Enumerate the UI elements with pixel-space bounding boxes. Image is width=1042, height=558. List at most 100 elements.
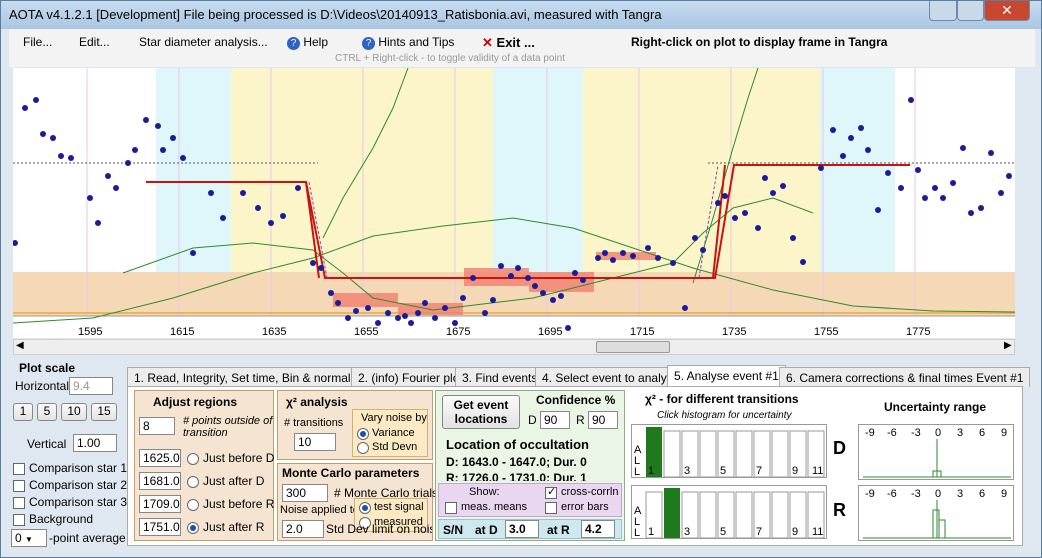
uncertainty-d-histogram: -9 -6 -3 0 3 6 9 bbox=[858, 424, 1014, 480]
just-before-r-radio[interactable] bbox=[187, 499, 199, 511]
tab-find-events[interactable]: 3. Find events bbox=[455, 367, 545, 387]
chi2-histogram-panel: χ² - for different transitions Click his… bbox=[631, 390, 851, 541]
plot-right-click-note: Right-click on plot to display frame in … bbox=[631, 35, 888, 49]
tab-read[interactable]: 1. Read, Integrity, Set time, Bin & norm… bbox=[127, 367, 373, 387]
confidence-d-field[interactable]: 90 bbox=[540, 411, 570, 429]
tab-select-event[interactable]: 4. Select event to analyse bbox=[535, 367, 687, 387]
chevron-down-icon: ▼ bbox=[25, 535, 33, 544]
x-tick: 1755 bbox=[814, 326, 839, 338]
just-before-d-field[interactable]: 1625.0 bbox=[139, 449, 181, 467]
menu-hints[interactable]: ? Hints and Tips bbox=[362, 35, 454, 50]
variance-label: Variance bbox=[372, 427, 415, 439]
maximize-button[interactable] bbox=[957, 1, 984, 21]
scale-1-button[interactable]: 1 bbox=[13, 403, 33, 421]
confidence-d-label: D bbox=[528, 413, 537, 427]
points-outside-field[interactable]: 8 bbox=[139, 417, 175, 435]
snr-at-r-value: 4.2 bbox=[581, 520, 615, 538]
scale-15-button[interactable]: 15 bbox=[91, 403, 117, 421]
event-location-box: Get event locations Confidence % D 90 R … bbox=[435, 390, 625, 541]
menu-exit[interactable]: ✕ Exit ... bbox=[482, 35, 535, 51]
menu-file[interactable]: File... bbox=[23, 35, 52, 49]
comparison-star-3-label: Comparison star 3 bbox=[29, 495, 128, 509]
chi2-r-bars[interactable] bbox=[632, 486, 828, 540]
std-dev-limit-label: Std Dev limit on noise bbox=[326, 522, 432, 536]
uncertainty-title: Uncertainty range bbox=[884, 400, 987, 414]
snr-at-r-label: at R bbox=[547, 523, 570, 537]
snr-label: S/N bbox=[443, 523, 464, 537]
transitions-label: # transitions bbox=[284, 417, 344, 429]
scroll-right-icon[interactable]: ▶ bbox=[1004, 340, 1012, 351]
just-after-d-field[interactable]: 1681.0 bbox=[139, 472, 181, 490]
just-after-r-field[interactable]: 1751.0 bbox=[139, 518, 181, 536]
monte-carlo-box: Monte Carlo parameters 300 # Monte Carlo… bbox=[277, 463, 438, 541]
chi2-r-tick: 11 bbox=[812, 526, 824, 538]
minimize-button[interactable] bbox=[929, 1, 957, 21]
uncertainty-r-histogram: -9 -6 -3 0 3 6 9 bbox=[858, 485, 1014, 541]
chi2-r-histogram[interactable]: A L L 1 3 5 7 9 11 bbox=[631, 485, 827, 539]
horizontal-label: Horizontal bbox=[15, 379, 70, 393]
std-dev-limit-field[interactable]: 2.0 bbox=[282, 520, 324, 538]
menu-help[interactable]: ? Help bbox=[287, 35, 328, 50]
x-tick: 1775 bbox=[906, 326, 931, 338]
show-options-box: Show: meas. means cross-corrln error bar… bbox=[438, 483, 622, 517]
chi2-r-tick: 9 bbox=[792, 526, 799, 538]
get-event-locations-button[interactable]: Get event locations bbox=[442, 395, 520, 429]
comparison-star-3-checkbox[interactable] bbox=[13, 497, 25, 509]
menu-star-diameter[interactable]: Star diameter analysis... bbox=[139, 35, 268, 49]
test-signal-radio[interactable] bbox=[359, 502, 371, 514]
scroll-left-icon[interactable]: ◀ bbox=[16, 340, 24, 351]
meas-means-checkbox[interactable] bbox=[445, 502, 457, 514]
window-title: AOTA v4.1.2.1 [Development] File being p… bbox=[9, 7, 662, 22]
vertical-scale-field[interactable]: 1.00 bbox=[73, 434, 117, 452]
lightcurve-plot[interactable] bbox=[12, 67, 1016, 338]
scroll-thumb[interactable] bbox=[596, 341, 670, 353]
tab-analyse-event[interactable]: 5. Analyse event #1 bbox=[667, 365, 786, 387]
cross-corrln-checkbox[interactable] bbox=[545, 485, 557, 499]
chi2-d-histogram[interactable]: A L L 1 3 5 7 9 11 bbox=[631, 424, 827, 478]
std-devn-radio[interactable] bbox=[357, 442, 369, 454]
plot-scrollbar[interactable]: ◀ ▶ bbox=[13, 339, 1015, 355]
lightcurve-svg[interactable] bbox=[12, 67, 1016, 338]
just-before-r-field[interactable]: 1709.0 bbox=[139, 495, 181, 513]
variance-radio[interactable] bbox=[357, 428, 369, 440]
tab-camera-corrections[interactable]: 6. Camera corrections & final times Even… bbox=[779, 367, 1031, 387]
chi2-d-bars[interactable] bbox=[632, 425, 828, 479]
error-bars-checkbox[interactable] bbox=[545, 502, 557, 514]
scale-10-button[interactable]: 10 bbox=[61, 403, 87, 421]
monte-carlo-title: Monte Carlo parameters bbox=[282, 466, 420, 480]
chi2-d-tick: 11 bbox=[812, 465, 824, 477]
just-before-r-label: Just before R bbox=[203, 497, 275, 511]
transitions-field[interactable]: 10 bbox=[294, 433, 336, 451]
x-tick: 1675 bbox=[446, 326, 471, 338]
just-after-r-radio[interactable] bbox=[187, 522, 199, 534]
chi-analysis-box: χ² analysis # transitions 10 Vary noise … bbox=[277, 390, 433, 460]
toggle-validity-hint: CTRL + Right-click - to toggle validity … bbox=[335, 53, 566, 64]
exit-icon: ✕ bbox=[482, 35, 493, 50]
chi2-r-tick: 1 bbox=[648, 526, 655, 538]
monte-carlo-trials-field[interactable]: 300 bbox=[282, 484, 328, 502]
just-after-d-radio[interactable] bbox=[187, 476, 199, 488]
horizontal-scale-field[interactable]: 9.4 bbox=[69, 377, 113, 395]
point-average-select[interactable]: 0 ▼ bbox=[11, 529, 47, 547]
chi2-r-tick: 5 bbox=[720, 526, 727, 538]
x-tick: 1595 bbox=[78, 326, 103, 338]
std-devn-label: Std Devn bbox=[372, 441, 418, 453]
confidence-title: Confidence % bbox=[536, 393, 616, 407]
help-icon: ? bbox=[287, 37, 300, 50]
chi2-title: χ² - for different transitions bbox=[645, 392, 799, 406]
scale-5-button[interactable]: 5 bbox=[37, 403, 57, 421]
comparison-star-2-checkbox[interactable] bbox=[13, 480, 25, 492]
background-checkbox[interactable] bbox=[13, 514, 25, 526]
vary-noise-box: Vary noise by Variance Std Devn bbox=[352, 409, 428, 457]
close-window-button[interactable]: ✕ bbox=[984, 1, 1030, 21]
plot-scale-panel: Plot scale Horizontal 9.4 1 5 10 15 Vert… bbox=[9, 359, 128, 549]
location-title: Location of occultation bbox=[446, 437, 589, 452]
plot-scale-title: Plot scale bbox=[19, 361, 76, 375]
just-after-d-label: Just after D bbox=[203, 474, 265, 488]
menu-edit[interactable]: Edit... bbox=[79, 35, 110, 49]
just-before-d-radio[interactable] bbox=[187, 453, 199, 465]
vertical-label: Vertical bbox=[27, 437, 67, 451]
tab-fourier[interactable]: 2. (info) Fourier plot bbox=[351, 367, 470, 387]
confidence-r-field[interactable]: 90 bbox=[588, 411, 618, 429]
comparison-star-1-checkbox[interactable] bbox=[13, 463, 25, 475]
